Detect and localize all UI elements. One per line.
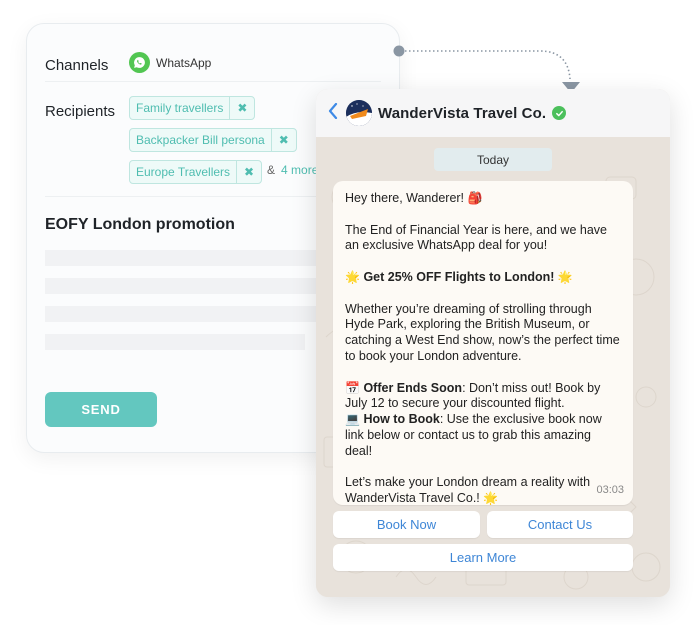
divider <box>45 81 381 82</box>
connector-start-dot <box>393 45 405 57</box>
message-title: EOFY London promotion <box>45 216 235 233</box>
placeholder-line <box>45 334 305 350</box>
message-time: 03:03 <box>596 484 624 497</box>
business-name: WanderVista Travel Co. <box>378 104 547 122</box>
message-body: Whether you’re dreaming of strolling thr… <box>345 301 620 363</box>
connector-line <box>405 50 571 80</box>
placeholder-line <box>45 278 335 294</box>
message-howto-line: 💻 How to Book: Use the exclusive book no… <box>345 412 621 459</box>
recipient-tag: Backpacker Bill persona ✖ <box>129 128 297 152</box>
recipient-tags: Family travellers ✖ Backpacker Bill pers… <box>129 96 318 192</box>
placeholder-line <box>45 306 335 322</box>
flow-connector <box>393 45 580 93</box>
star-icon: 🌟 <box>557 269 573 284</box>
channel-name: WhatsApp <box>156 55 212 70</box>
howto-title: How to Book <box>363 412 440 427</box>
message-headline-line: 🌟 Get 25% OFF Flights to London! 🌟 <box>345 270 621 286</box>
date-separator: Today <box>434 148 552 171</box>
chat-header: WanderVista Travel Co. <box>316 89 670 137</box>
chat-area: Today Hey there, Wanderer! 🎒 The End of … <box>316 137 670 597</box>
close-icon[interactable]: ✖ <box>229 97 254 119</box>
learn-more-button[interactable]: Learn More <box>333 544 633 571</box>
more-prefix: & <box>267 163 276 177</box>
contact-us-button[interactable]: Contact Us <box>487 511 633 538</box>
close-icon[interactable]: ✖ <box>270 129 296 151</box>
book-now-button[interactable]: Book Now <box>333 511 480 538</box>
message-closing-line: Let’s make your London dream a reality w… <box>345 475 621 507</box>
backpack-icon: 🎒 <box>467 191 483 205</box>
calendar-icon: 📅 <box>345 380 360 395</box>
laptop-icon: 💻 <box>345 412 360 427</box>
message-headline: Get 25% OFF Flights to London! <box>363 269 555 284</box>
channel-whatsapp[interactable]: WhatsApp <box>129 52 211 73</box>
recipients-label: Recipients <box>45 103 116 120</box>
message-bubble: Hey there, Wanderer! 🎒 The End of Financ… <box>333 181 633 505</box>
recipient-tag-label: Backpacker Bill persona <box>136 133 265 147</box>
channels-row: Channels WhatsApp <box>45 50 381 82</box>
star-icon: 🌟 <box>483 491 499 506</box>
send-button[interactable]: SEND <box>45 392 157 427</box>
message-closing: Let’s make your London dream a reality w… <box>345 475 591 506</box>
message-intro: The End of Financial Year is here, and w… <box>345 222 607 253</box>
more-recipients-link[interactable]: 4 more <box>281 163 318 177</box>
recipient-tag-label: Family travellers <box>136 101 224 115</box>
whatsapp-icon <box>129 52 150 73</box>
recipient-tag: Family travellers ✖ <box>129 96 256 120</box>
verified-check-icon <box>552 106 567 120</box>
channels-label: Channels <box>45 57 109 74</box>
placeholder-line <box>45 250 335 266</box>
chevron-left-icon[interactable] <box>328 102 338 123</box>
message-greeting-line: Hey there, Wanderer! 🎒 <box>345 191 621 207</box>
recipient-tag-label: Europe Travellers <box>136 165 231 179</box>
whatsapp-preview: WanderVista Travel Co. Today Hey there, … <box>316 89 670 597</box>
close-icon[interactable]: ✖ <box>236 161 261 183</box>
message-offer-line: 📅 Offer Ends Soon: Don’t miss out! Book … <box>345 381 621 413</box>
message-greeting: Hey there, Wanderer! <box>345 191 465 205</box>
offer-title: Offer Ends Soon <box>363 380 463 395</box>
more-recipients: & 4 more <box>267 163 318 177</box>
recipient-tag: Europe Travellers ✖ <box>129 160 263 184</box>
business-avatar <box>346 100 372 126</box>
star-icon: 🌟 <box>345 269 360 284</box>
